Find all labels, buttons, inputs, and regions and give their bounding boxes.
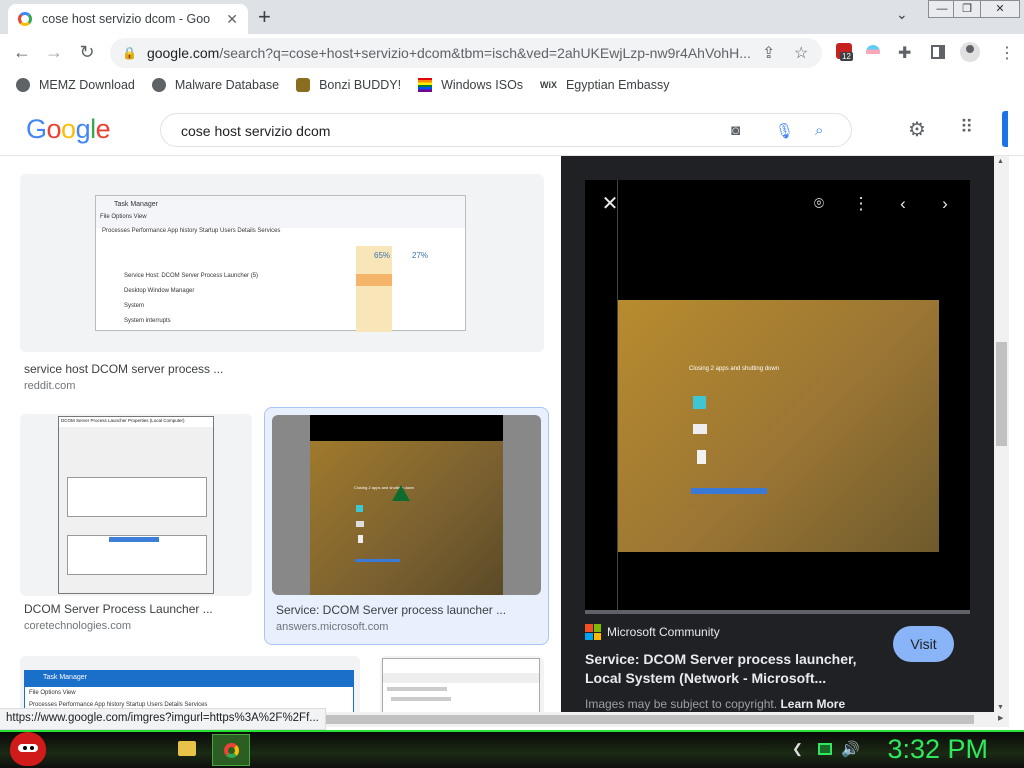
side-panel-icon[interactable]: [931, 45, 945, 59]
rainbow-flag-icon: [418, 78, 433, 92]
lens-search-icon[interactable]: ⌾: [804, 189, 834, 219]
close-window-button[interactable]: ✕: [980, 0, 1020, 18]
visit-button[interactable]: Visit: [893, 626, 954, 662]
status-bar-url: https://www.google.com/imgres?imgurl=htt…: [0, 708, 326, 730]
tab-strip: cose host servizio dcom - Google ✕ + ⌄ —…: [0, 0, 1024, 34]
result-card-selected[interactable]: Closing 2 apps and shutting down Service…: [264, 407, 549, 645]
menu-kebab-icon[interactable]: ⋮: [999, 43, 1015, 63]
lock-icon[interactable]: 🔒: [122, 46, 137, 60]
preview-image[interactable]: Closing 2 apps and shutting down: [585, 180, 970, 610]
settings-gear-icon[interactable]: ⚙: [908, 117, 926, 142]
source-site[interactable]: Microsoft Community: [585, 624, 720, 640]
close-preview-icon[interactable]: ✕: [595, 189, 625, 219]
tray-chevron-icon[interactable]: ❮: [792, 741, 803, 757]
tab-title: cose host servizio dcom - Google: [42, 12, 210, 26]
microphone-icon[interactable]: 🎙: [775, 122, 794, 140]
search-input[interactable]: cose host servizio dcom: [181, 123, 330, 139]
image-load-progress: [585, 610, 970, 614]
reload-icon[interactable]: ↻: [76, 42, 98, 63]
network-icon[interactable]: [818, 743, 832, 755]
vertical-scrollbar[interactable]: ▲ ▼: [994, 156, 1009, 716]
address-bar[interactable]: 🔒 google.com/search?q=cose+host+servizio…: [110, 38, 822, 68]
google-logo[interactable]: Google: [26, 114, 111, 145]
browser-toolbar: ← → ↻ 🔒 google.com/search?q=cose+host+se…: [0, 34, 1024, 72]
extension-badge: 12: [840, 52, 853, 61]
image-preview-panel: Closing 2 apps and shutting down ✕ ⌾ ⋮ ‹…: [561, 156, 994, 716]
result-domain[interactable]: coretechnologies.com: [24, 620, 131, 632]
preview-title[interactable]: Service: DCOM Server process launcher, L…: [585, 650, 875, 688]
bookmark-windows-isos[interactable]: Windows ISOs: [418, 78, 523, 92]
globe-icon: [16, 78, 30, 92]
previous-image-icon[interactable]: ‹: [888, 189, 918, 219]
bookmark-bonzi-buddy[interactable]: Bonzi BUDDY!: [296, 78, 401, 92]
back-arrow-icon[interactable]: ←: [11, 42, 33, 63]
vertical-scroll-thumb[interactable]: [996, 342, 1007, 446]
result-card[interactable]: DCOM Server Process Launcher Properties …: [20, 414, 252, 636]
copyright-notice: Images may be subject to copyright. Lear…: [585, 697, 846, 711]
scroll-right-arrow-icon[interactable]: ▶: [998, 714, 1003, 722]
image-results: Task Manager File Options View Processes…: [0, 156, 561, 716]
search-icon[interactable]: ⌕: [815, 122, 823, 139]
result-title[interactable]: DCOM Server Process Launcher ...: [24, 602, 213, 616]
microsoft-logo-icon: [585, 624, 601, 640]
bookmark-star-icon[interactable]: ☆: [794, 43, 808, 63]
bookmark-malware-database[interactable]: Malware Database: [151, 78, 279, 92]
result-title[interactable]: Service: DCOM Server process launcher ..…: [276, 603, 506, 617]
result-thumbnail[interactable]: Closing 2 apps and shutting down: [272, 415, 541, 595]
profile-avatar[interactable]: [960, 42, 980, 62]
result-card[interactable]: [380, 656, 544, 716]
result-thumbnail[interactable]: Task Manager File Options View Processes…: [20, 656, 360, 716]
result-card[interactable]: Task Manager File Options View Processes…: [20, 656, 360, 716]
extensions-puzzle-icon[interactable]: ✚: [898, 43, 911, 63]
apps-grid-icon[interactable]: ⠿: [960, 117, 973, 138]
tab-close-icon[interactable]: ✕: [226, 11, 238, 28]
result-thumbnail[interactable]: [380, 656, 544, 716]
scroll-up-arrow-icon[interactable]: ▲: [997, 158, 1004, 165]
result-title[interactable]: service host DCOM server process ...: [24, 362, 223, 376]
result-thumbnail[interactable]: Task Manager File Options View Processes…: [20, 174, 544, 352]
flag-extension-icon[interactable]: [866, 45, 880, 59]
forward-arrow-icon[interactable]: →: [43, 42, 65, 63]
tab-search-chevron-icon[interactable]: ⌄: [896, 6, 908, 23]
camera-icon[interactable]: ◙: [731, 122, 740, 139]
cursor-pointer-icon: [392, 485, 410, 501]
chrome-taskbar-button[interactable]: [212, 734, 250, 766]
scroll-down-arrow-icon[interactable]: ▼: [997, 704, 1004, 711]
result-card[interactable]: Task Manager File Options View Processes…: [20, 174, 544, 396]
tab-active[interactable]: cose host servizio dcom - Google ✕: [8, 4, 248, 34]
source-name: Microsoft Community: [607, 625, 720, 639]
share-icon[interactable]: ⇪: [762, 43, 775, 63]
bonzi-icon: [296, 78, 311, 92]
bookmark-egyptian-embassy[interactable]: WiX Egyptian Embassy: [540, 78, 669, 92]
search-box[interactable]: cose host servizio dcom ◙ 🎙 ⌕: [160, 113, 852, 147]
start-button[interactable]: [10, 732, 46, 766]
extension-icon[interactable]: 12: [836, 43, 853, 61]
url-text[interactable]: google.com/search?q=cose+host+servizio+d…: [147, 45, 757, 61]
google-favicon-icon: [18, 12, 32, 26]
taskbar: ❮ 🔊 3:32 PM: [0, 730, 1024, 768]
result-domain[interactable]: answers.microsoft.com: [276, 621, 388, 633]
wix-icon: WiX: [540, 80, 557, 90]
more-options-icon[interactable]: ⋮: [846, 189, 876, 219]
result-thumbnail[interactable]: DCOM Server Process Launcher Properties …: [20, 414, 252, 596]
volume-icon[interactable]: 🔊: [841, 740, 860, 758]
next-image-icon[interactable]: ›: [930, 189, 960, 219]
taskbar-clock[interactable]: 3:32 PM: [887, 734, 988, 765]
new-tab-button[interactable]: +: [258, 5, 271, 29]
minimize-button[interactable]: —: [928, 0, 956, 18]
bookmarks-bar: MEMZ Download Malware Database Bonzi BUD…: [0, 72, 1024, 98]
result-domain[interactable]: reddit.com: [24, 380, 75, 392]
bookmark-memz[interactable]: MEMZ Download: [16, 78, 135, 92]
chrome-icon: [224, 743, 239, 758]
maximize-button[interactable]: ❐: [953, 0, 981, 18]
learn-more-link[interactable]: Learn More: [780, 697, 845, 711]
google-header: Google cose host servizio dcom ◙ 🎙 ⌕ ⚙ ⠿: [0, 103, 1024, 156]
preview-image-text: Closing 2 apps and shutting down: [689, 366, 780, 372]
globe-icon: [151, 78, 166, 92]
file-explorer-icon[interactable]: [178, 741, 196, 756]
sign-in-button[interactable]: [1002, 111, 1008, 147]
